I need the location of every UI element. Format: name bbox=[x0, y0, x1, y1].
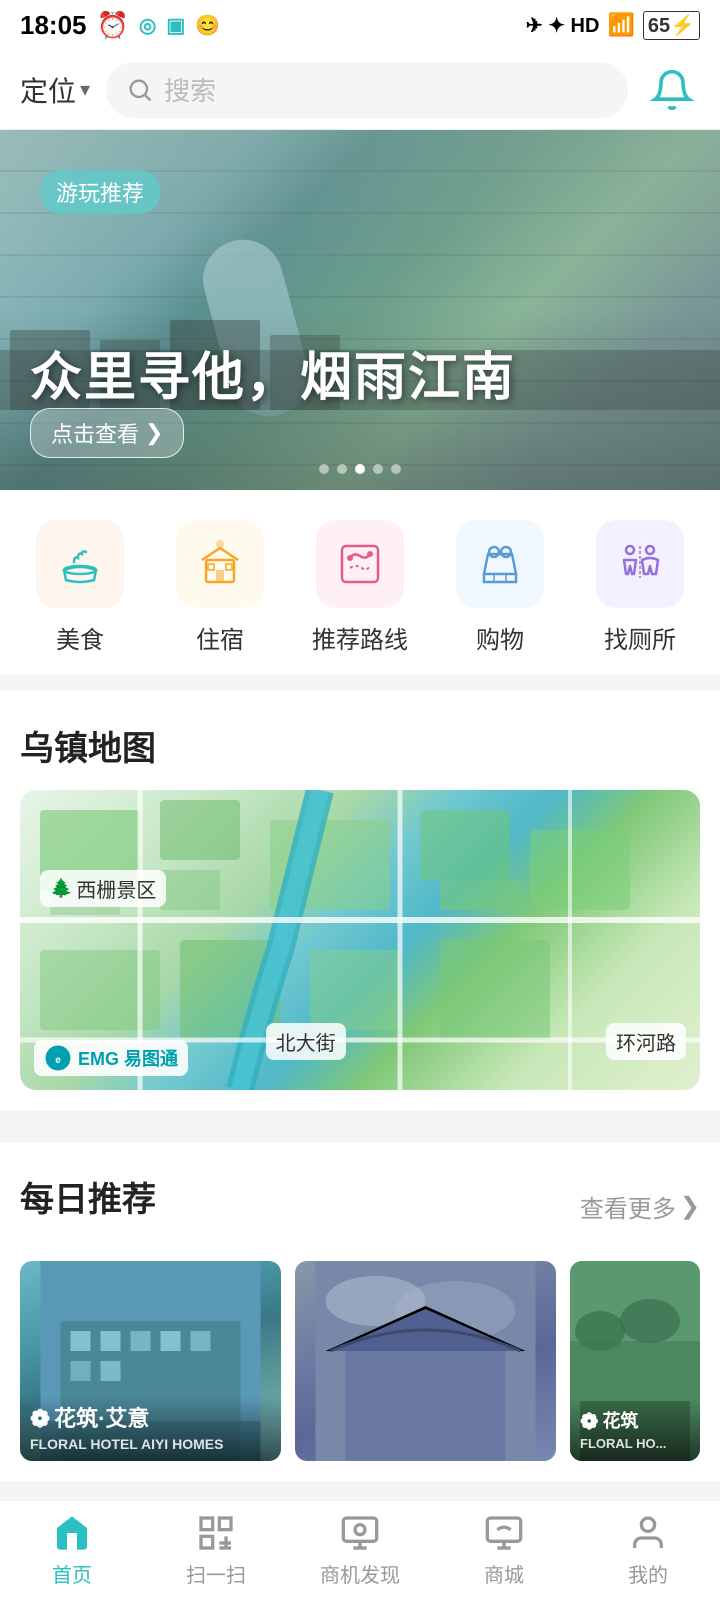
banner-image: 游玩推荐 众里寻他，烟雨江南 点击查看 ❯ bbox=[0, 130, 720, 490]
home-icon bbox=[52, 1513, 92, 1553]
location-label: 定位 bbox=[20, 70, 76, 110]
alarm-icon: ⏰ bbox=[97, 10, 129, 41]
dot-4 bbox=[373, 464, 383, 474]
location-arrow-icon: ▾ bbox=[80, 77, 90, 102]
food-icon-wrap bbox=[36, 520, 124, 608]
nav-profile[interactable]: 我的 bbox=[576, 1501, 720, 1600]
dot-3 bbox=[355, 464, 365, 474]
recommend-card-1[interactable]: ❁ 花筑·艾意 FLORAL HOTEL AIYI HOMES bbox=[20, 1261, 281, 1461]
status-time-area: 18:05 ⏰ ◎ ▣ 😊 bbox=[20, 10, 220, 41]
map-section: 乌镇地图 bbox=[0, 691, 720, 1110]
svg-text:e: e bbox=[55, 1055, 61, 1066]
nav-scan-label: 扫一扫 bbox=[186, 1559, 246, 1588]
chevron-right-icon: ❯ bbox=[680, 1192, 700, 1221]
scan-icon bbox=[196, 1513, 236, 1553]
nav-discover[interactable]: 商机发现 bbox=[288, 1501, 432, 1600]
status-bar: 18:05 ⏰ ◎ ▣ 😊 ✈ ✦ HD 📶 65⚡ bbox=[0, 0, 720, 50]
recommend-title: 每日推荐 bbox=[20, 1172, 156, 1221]
signal-icon: ✈ ✦ HD bbox=[526, 13, 600, 38]
arrow-icon: ❯ bbox=[145, 420, 163, 446]
map-background: 🌲 西栅景区 北大街 环河路 e EMG 易图通 bbox=[20, 790, 700, 1090]
food-label: 美食 bbox=[56, 620, 104, 655]
category-route[interactable]: 推荐路线 bbox=[290, 520, 430, 655]
category-shop[interactable]: 购物 bbox=[430, 520, 570, 655]
status-icons: ✈ ✦ HD 📶 65⚡ bbox=[526, 11, 700, 40]
battery-icon: 65⚡ bbox=[643, 11, 700, 40]
card-2-image bbox=[295, 1261, 556, 1461]
hotel-icon bbox=[194, 538, 246, 590]
nav-mall[interactable]: 商城 bbox=[432, 1501, 576, 1600]
nav-discover-label: 商机发现 bbox=[320, 1559, 400, 1588]
hotel-label: 住宿 bbox=[196, 620, 244, 655]
shop-label: 购物 bbox=[476, 620, 524, 655]
nav-profile-label: 我的 bbox=[628, 1559, 668, 1588]
banner[interactable]: 游玩推荐 众里寻他，烟雨江南 点击查看 ❯ bbox=[0, 130, 720, 490]
search-bar[interactable]: 搜索 bbox=[106, 62, 628, 118]
header: 定位 ▾ 搜索 bbox=[0, 50, 720, 130]
route-label: 推荐路线 bbox=[312, 620, 408, 655]
map-logo: e EMG 易图通 bbox=[34, 1040, 188, 1076]
card-3-logo-text: ❁ 花筑 FLORAL HO... bbox=[580, 1408, 690, 1453]
nav-home[interactable]: 首页 bbox=[0, 1501, 144, 1600]
profile-icon bbox=[628, 1513, 668, 1553]
app-icon-1: ▣ bbox=[166, 13, 185, 38]
food-icon bbox=[54, 538, 106, 590]
bell-icon bbox=[650, 68, 694, 112]
search-icon bbox=[126, 76, 154, 104]
banner-cta-button[interactable]: 点击查看 ❯ bbox=[30, 408, 184, 458]
emg-icon: e bbox=[44, 1044, 72, 1072]
shop-icon bbox=[474, 538, 526, 590]
dot-1 bbox=[319, 464, 329, 474]
dot-2 bbox=[337, 464, 347, 474]
toilet-icon-wrap bbox=[596, 520, 684, 608]
banner-dots bbox=[319, 464, 401, 474]
card-3-overlay: ❁ 花筑 FLORAL HO... bbox=[570, 1400, 700, 1461]
map-label-north: 北大街 bbox=[266, 1023, 346, 1060]
app-icon-2: 😊 bbox=[195, 13, 220, 38]
location-button[interactable]: 定位 ▾ bbox=[20, 70, 90, 110]
more-link[interactable]: 查看更多 ❯ bbox=[580, 1189, 700, 1224]
recommend-card-3[interactable]: ❁ 花筑 FLORAL HO... bbox=[570, 1261, 700, 1461]
category-food[interactable]: 美食 bbox=[10, 520, 150, 655]
nav-mall-label: 商城 bbox=[484, 1559, 524, 1588]
shop-icon-wrap bbox=[456, 520, 544, 608]
map-label-east: 环河路 bbox=[606, 1023, 686, 1060]
status-time: 18:05 bbox=[20, 10, 87, 41]
wifi-icon: 📶 bbox=[607, 12, 634, 38]
spacer-1 bbox=[0, 1126, 720, 1142]
banner-btn-label: 点击查看 bbox=[51, 417, 139, 449]
dot-5 bbox=[391, 464, 401, 474]
location-active-icon: ◎ bbox=[139, 13, 156, 38]
card-1-logo-text: ❁ 花筑·艾意 FLORAL HOTEL AIYI HOMES bbox=[30, 1404, 271, 1453]
nav-home-label: 首页 bbox=[52, 1559, 92, 1588]
banner-tag: 游玩推荐 bbox=[40, 170, 160, 214]
bottom-nav: 首页 扫一扫 商机发现 商城 我的 bbox=[0, 1500, 720, 1600]
route-icon-wrap bbox=[316, 520, 404, 608]
notification-button[interactable] bbox=[644, 62, 700, 118]
toilet-label: 找厕所 bbox=[604, 620, 676, 655]
category-section: 美食 住宿 bbox=[0, 490, 720, 675]
category-toilet[interactable]: 找厕所 bbox=[570, 520, 710, 655]
card-1-image: ❁ 花筑·艾意 FLORAL HOTEL AIYI HOMES bbox=[20, 1261, 281, 1461]
hotel-icon-wrap bbox=[176, 520, 264, 608]
search-placeholder: 搜索 bbox=[164, 71, 216, 108]
category-hotel[interactable]: 住宿 bbox=[150, 520, 290, 655]
map-title: 乌镇地图 bbox=[20, 721, 700, 770]
recommend-header: 每日推荐 查看更多 ❯ bbox=[20, 1172, 700, 1241]
more-label: 查看更多 bbox=[580, 1189, 676, 1224]
route-icon bbox=[334, 538, 386, 590]
toilet-icon bbox=[614, 538, 666, 590]
recommend-section: 每日推荐 查看更多 ❯ bbox=[0, 1142, 720, 1481]
map-container[interactable]: 🌲 西栅景区 北大街 环河路 e EMG 易图通 bbox=[20, 790, 700, 1090]
discover-icon bbox=[340, 1513, 380, 1553]
cards-row: ❁ 花筑·艾意 FLORAL HOTEL AIYI HOMES bbox=[20, 1261, 700, 1461]
map-label-west: 🌲 西栅景区 bbox=[40, 870, 166, 907]
banner-title: 众里寻他，烟雨江南 bbox=[30, 335, 516, 410]
card-1-overlay: ❁ 花筑·艾意 FLORAL HOTEL AIYI HOMES bbox=[20, 1396, 281, 1461]
recommend-card-2[interactable] bbox=[295, 1261, 556, 1461]
category-grid: 美食 住宿 bbox=[10, 520, 710, 655]
mall-icon bbox=[484, 1513, 524, 1553]
card-3-image: ❁ 花筑 FLORAL HO... bbox=[570, 1261, 700, 1461]
nav-scan[interactable]: 扫一扫 bbox=[144, 1501, 288, 1600]
